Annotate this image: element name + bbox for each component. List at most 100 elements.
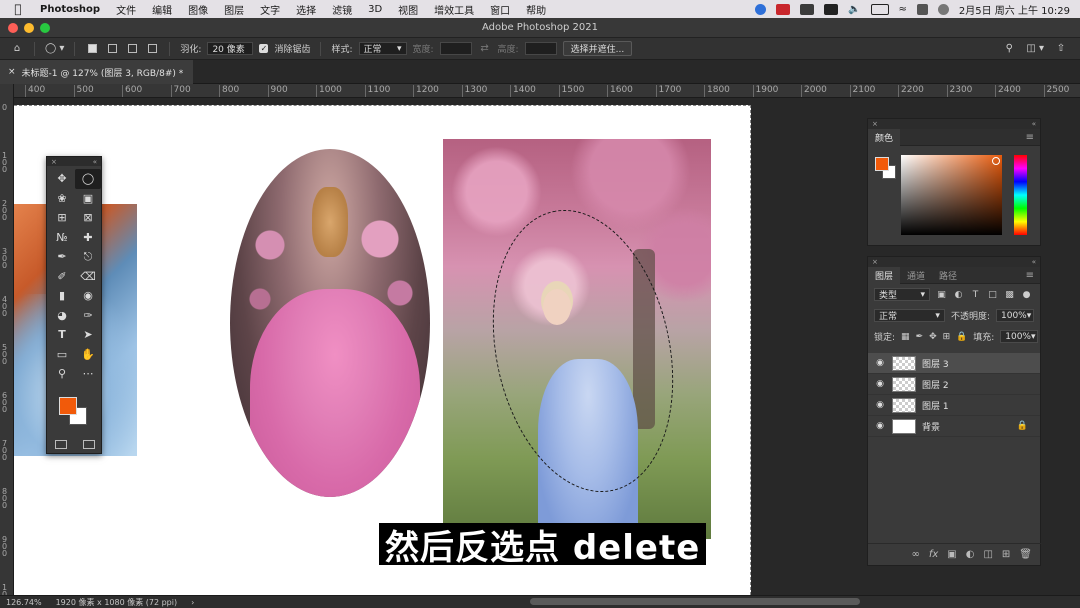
visibility-eye-icon[interactable]: ◉ [874, 421, 886, 431]
history-brush-tool-icon[interactable]: ✐ [49, 267, 75, 287]
menu-help[interactable]: 帮助 [518, 2, 554, 17]
visibility-eye-icon[interactable]: ◉ [874, 379, 886, 389]
layer-photo-pink-dress-oval[interactable] [230, 149, 430, 497]
filter-pixel-icon[interactable]: ▣ [936, 289, 947, 300]
intersect-selection-icon[interactable] [145, 42, 159, 56]
layers-panel-header[interactable]: × « [868, 257, 1040, 267]
zoom-level[interactable]: 126.74% [6, 598, 42, 607]
lock-all-icon[interactable]: 🔒 [956, 331, 967, 342]
document-tab[interactable]: × 未标题-1 @ 127% (图层 3, RGB/8#) * [0, 60, 194, 84]
input-method-icon[interactable] [800, 3, 815, 15]
filter-smart-object-icon[interactable]: ▩ [1004, 289, 1015, 300]
elliptical-marquee-tool-icon[interactable]: ◯ [75, 169, 101, 189]
width-input[interactable] [439, 42, 472, 55]
eraser-tool-icon[interactable]: ⌫ [75, 267, 101, 287]
layer-name[interactable]: 图层 2 [922, 378, 1040, 391]
vpn-icon[interactable] [755, 3, 767, 15]
layer-style-icon[interactable]: fx [929, 549, 938, 560]
color-picker-handle[interactable] [992, 157, 1000, 165]
tools-panel-header[interactable]: × « [47, 157, 101, 166]
visibility-eye-icon[interactable]: ◉ [874, 400, 886, 410]
close-icon[interactable]: × [872, 258, 878, 266]
crop-tool-icon[interactable]: ⊞ [49, 208, 75, 228]
menu-layer[interactable]: 图层 [216, 2, 252, 17]
tab-layers[interactable]: 图层 [868, 266, 901, 284]
volume-icon[interactable]: 🔈 [848, 4, 860, 15]
opacity-input[interactable]: 100% ▾ [996, 309, 1034, 322]
tab-color[interactable]: 颜色 [868, 128, 901, 146]
height-input[interactable] [524, 42, 557, 55]
feather-input[interactable]: 20 像素 [207, 42, 254, 55]
pen-tool-icon[interactable]: ✑ [75, 306, 101, 326]
search-icon[interactable]: ⚲ [1002, 42, 1016, 56]
minimize-window-button[interactable] [24, 22, 34, 33]
blur-tool-icon[interactable]: ◉ [75, 286, 101, 306]
apple-icon[interactable]:  [0, 2, 36, 16]
zoom-tool-icon[interactable]: ⚲ [49, 364, 75, 384]
panel-menu-icon[interactable]: ≡ [1026, 270, 1040, 281]
antialias-checkbox[interactable]: ✓ [259, 44, 269, 53]
eyedropper-tool-icon[interactable]: № [49, 228, 75, 248]
record-icon[interactable] [776, 3, 791, 15]
menu-file[interactable]: 文件 [108, 2, 144, 17]
healing-brush-tool-icon[interactable]: ✚ [75, 228, 101, 248]
collapse-icon[interactable]: « [1032, 258, 1036, 266]
brush-tool-icon[interactable]: ✒ [49, 247, 75, 267]
layer-row-2[interactable]: ◉ 图层 2 [868, 374, 1040, 395]
menu-plugins[interactable]: 增效工具 [426, 2, 482, 17]
blend-mode-select[interactable]: 正常 ▾ [874, 309, 945, 322]
menu-app-photoshop[interactable]: Photoshop [36, 4, 108, 15]
close-icon[interactable]: × [51, 158, 57, 166]
vertical-ruler[interactable]: 0 100 200 300 400 500 600 700 800 900 1000 [0, 84, 14, 595]
color-picker-field[interactable] [901, 155, 1002, 235]
menu-select[interactable]: 选择 [288, 2, 324, 17]
menu-edit[interactable]: 编辑 [144, 2, 180, 17]
add-selection-icon[interactable] [105, 42, 119, 56]
horizontal-scrollbar[interactable] [530, 598, 860, 605]
color-panel-foreground-swatch[interactable] [875, 157, 889, 171]
menu-view[interactable]: 视图 [390, 2, 426, 17]
layer-thumbnail[interactable] [892, 355, 916, 371]
visibility-eye-icon[interactable]: ◉ [874, 358, 886, 368]
lasso-tool-icon[interactable]: ❀ [49, 189, 75, 209]
share-icon[interactable]: ⇧ [1054, 42, 1068, 56]
layer-row-background[interactable]: ◉ 背景 🔒 [868, 416, 1040, 437]
battery-icon[interactable] [870, 3, 889, 15]
horizontal-ruler[interactable]: 400 500 600 700 800 900 1000 1100 1200 1300 1400 15… [14, 84, 1080, 98]
adjustment-layer-icon[interactable]: ◐ [966, 549, 975, 560]
layer-name[interactable]: 背景 [922, 420, 1011, 433]
close-window-button[interactable] [8, 22, 18, 33]
display-icon[interactable] [824, 3, 839, 15]
object-selection-tool-icon[interactable]: ▣ [75, 189, 101, 209]
menu-filter[interactable]: 滤镜 [324, 2, 360, 17]
color-swatches[interactable] [59, 395, 93, 425]
wifi-icon[interactable]: ≈ [899, 4, 907, 15]
elliptical-marquee-preset-icon[interactable]: ◯ ▾ [45, 42, 64, 56]
layer-filter-select[interactable]: 类型 ▾ [874, 288, 930, 301]
collapse-icon[interactable]: « [93, 158, 97, 166]
menu-image[interactable]: 图像 [180, 2, 216, 17]
frame-tool-icon[interactable]: ⊠ [75, 208, 101, 228]
select-and-mask-button[interactable]: 选择并遮住... [562, 41, 633, 56]
close-icon[interactable]: × [872, 120, 878, 128]
filter-adjustment-icon[interactable]: ◐ [953, 289, 964, 300]
tab-paths[interactable]: 路径 [932, 267, 964, 284]
new-layer-icon[interactable]: ⊞ [1002, 549, 1010, 560]
dodge-tool-icon[interactable]: ◕ [49, 306, 75, 326]
layer-name[interactable]: 图层 3 [922, 357, 1040, 370]
hue-slider[interactable] [1014, 155, 1027, 235]
delete-layer-icon[interactable]: 🗑 [1019, 549, 1032, 560]
tab-channels[interactable]: 通道 [900, 267, 932, 284]
gradient-tool-icon[interactable]: ▮ [49, 286, 75, 306]
lock-transparent-icon[interactable]: ▦ [901, 331, 910, 342]
type-tool-icon[interactable]: T [49, 325, 75, 345]
menu-3d[interactable]: 3D [360, 4, 390, 15]
layer-name[interactable]: 图层 1 [922, 399, 1040, 412]
filter-type-icon[interactable]: T [970, 289, 981, 300]
new-group-icon[interactable]: ◫ [983, 549, 992, 560]
link-layers-icon[interactable]: ∞ [911, 549, 919, 560]
hand-tool-icon[interactable]: ✋ [75, 345, 101, 365]
lock-image-icon[interactable]: ✒ [916, 331, 924, 342]
close-tab-icon[interactable]: × [8, 67, 16, 77]
layer-thumbnail[interactable] [892, 397, 916, 413]
